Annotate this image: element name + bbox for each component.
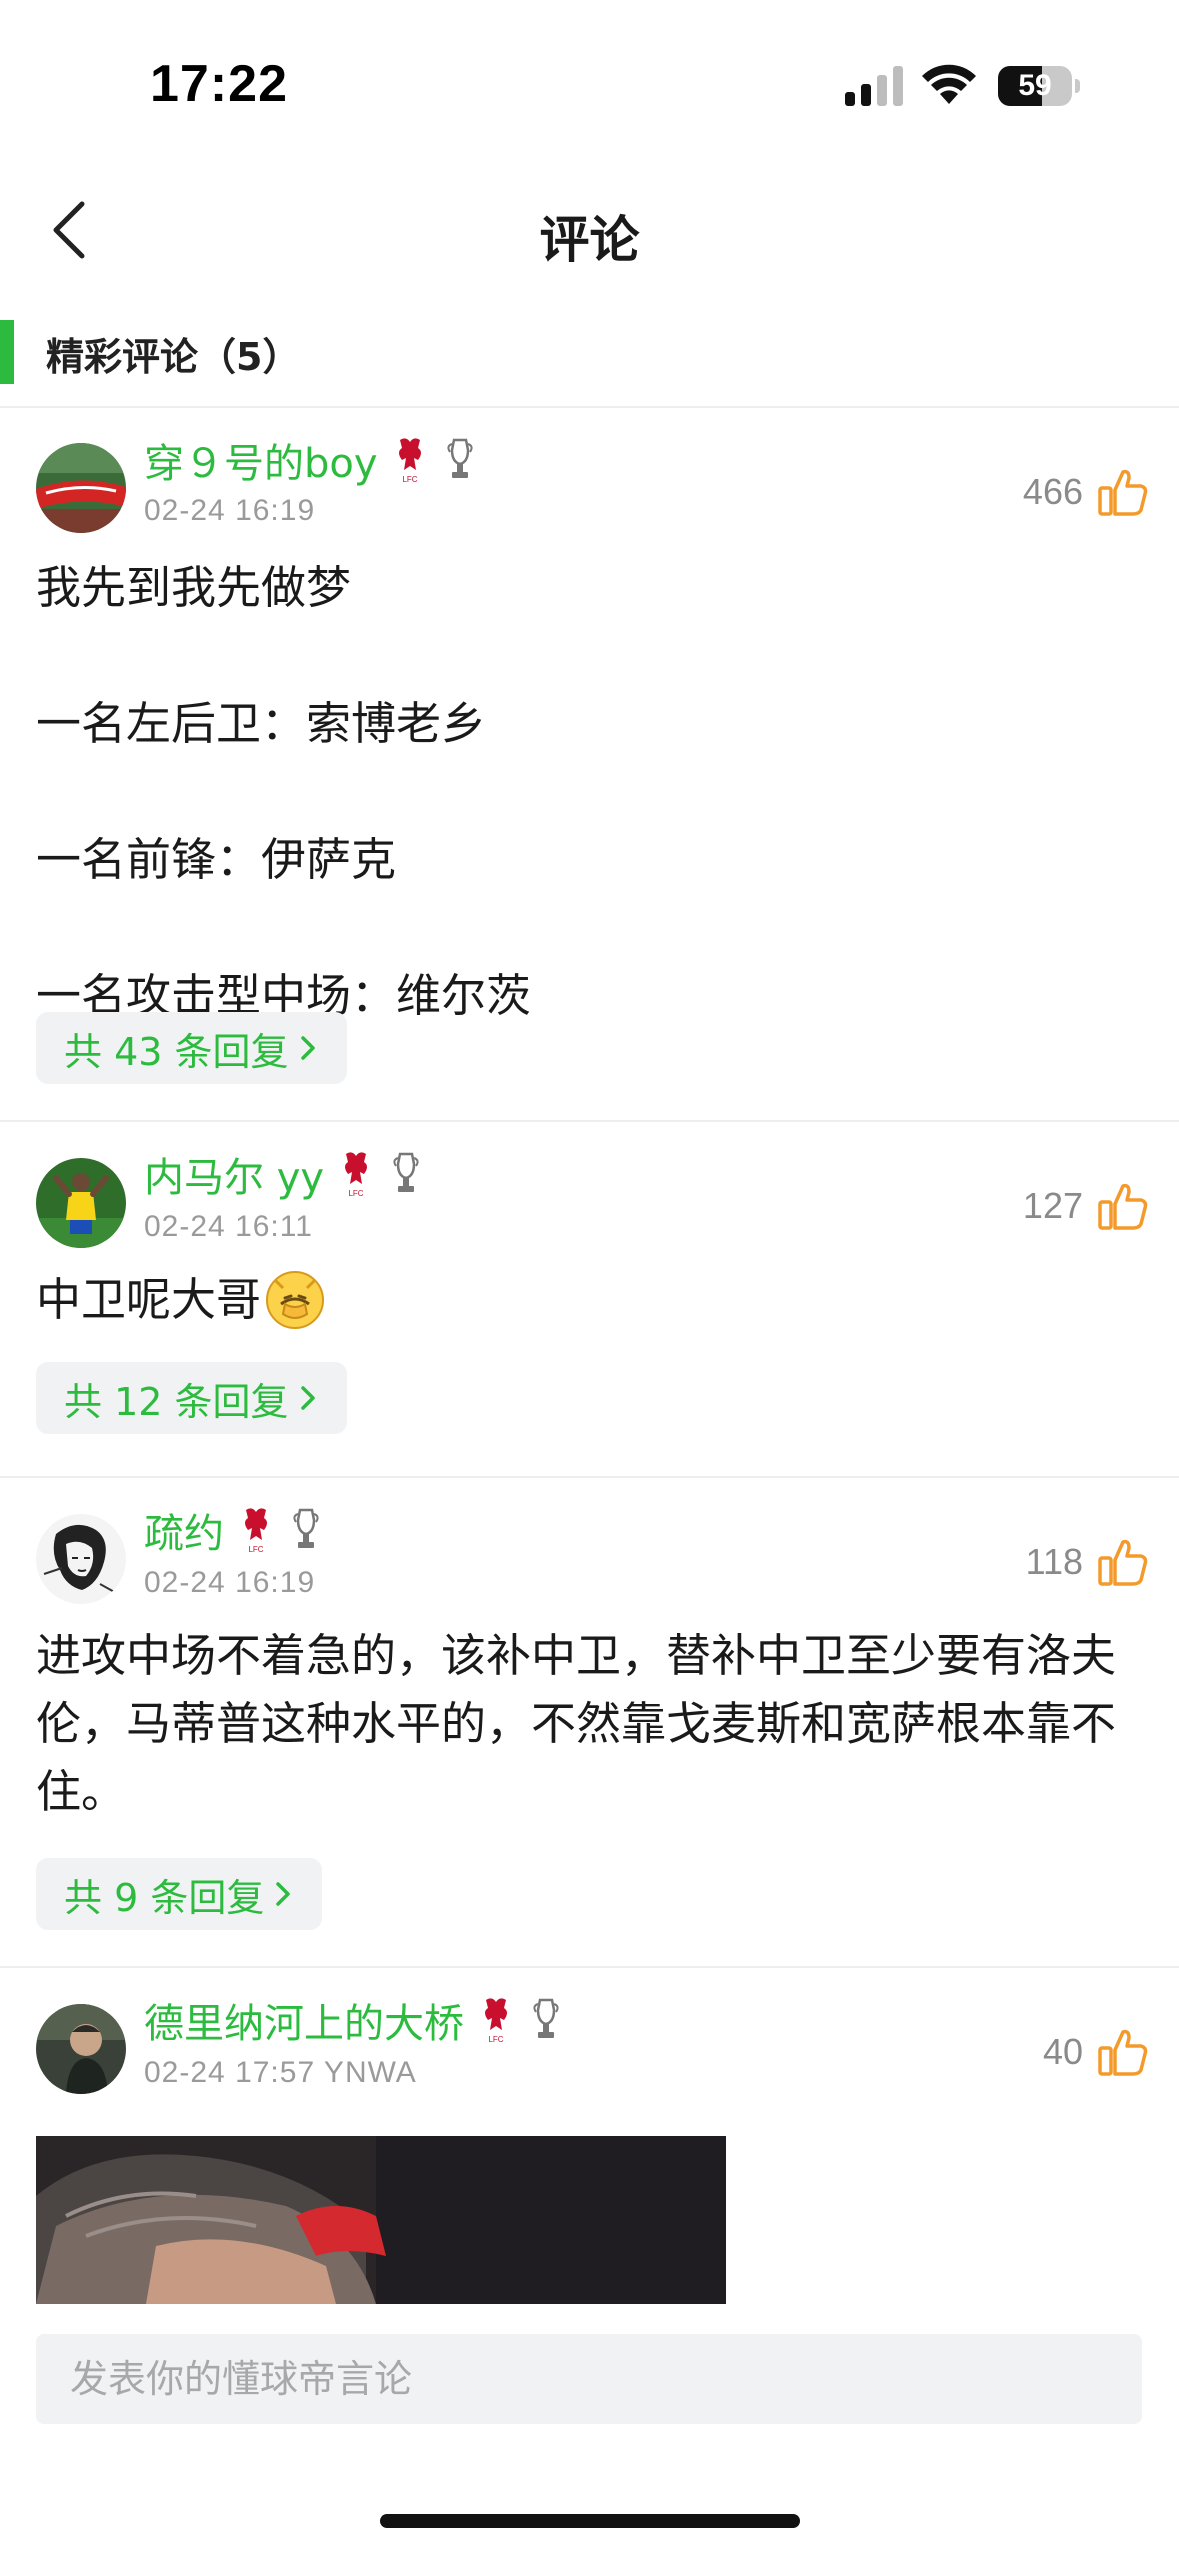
section-header: 精彩评论（5） — [0, 318, 1179, 406]
trophy-badge-icon — [293, 1508, 319, 1548]
username[interactable]: 内马尔 yy — [144, 1145, 324, 1203]
comment-photo[interactable] — [36, 2136, 726, 2304]
status-time: 17:22 — [150, 55, 288, 113]
liverpool-badge-icon: LFC — [485, 1998, 507, 2044]
chevron-right-icon — [276, 1882, 291, 1906]
comment-text: 我先到我先做梦 一名左后卫：索博老乡 一名前锋：伊萨克 一名攻击型中场：维尔茨 — [36, 561, 532, 1022]
comment-item: 疏约 LFC 02-24 16:19 118 进攻中场不着急的，该补中卫，替补中… — [0, 1478, 1179, 1966]
svg-text:LFC: LFC — [248, 1545, 263, 1554]
username-row: 穿９号的boy LFC — [144, 430, 478, 490]
thumbs-up-icon[interactable] — [1097, 2026, 1149, 2078]
comment-input[interactable] — [36, 2334, 1142, 2424]
like-count: 40 — [1042, 2031, 1083, 2072]
liverpool-badge-icon: LFC — [398, 438, 421, 484]
trophy-badge-icon — [393, 1152, 419, 1192]
username[interactable]: 疏约 — [144, 1501, 224, 1559]
reply-count-label: 共 9 条回复 — [64, 1875, 265, 1920]
like-button[interactable]: 118 — [1026, 1532, 1149, 1592]
liverpool-badge-icon: LFC — [245, 1508, 267, 1554]
svg-text:LFC: LFC — [349, 1189, 364, 1198]
trophy-badge-icon — [533, 1998, 559, 2038]
home-indicator — [380, 2514, 800, 2528]
like-count: 466 — [1022, 471, 1083, 512]
like-button[interactable]: 466 — [1023, 462, 1149, 522]
cellular-signal-icon — [845, 66, 903, 106]
view-replies-button[interactable]: 共 43 条回复 — [36, 1012, 347, 1084]
thumbs-up-icon[interactable] — [1097, 466, 1149, 518]
svg-text:LFC: LFC — [488, 2035, 503, 2044]
battery-level: 59 — [1018, 69, 1052, 102]
thumbs-up-icon[interactable] — [1097, 1536, 1149, 1588]
avatar[interactable] — [36, 2004, 126, 2094]
username-row: 疏约 LFC — [144, 1500, 324, 1560]
chevron-right-icon — [300, 1386, 315, 1410]
like-count: 127 — [1022, 1185, 1083, 1226]
comment-timestamp: 02-24 17:57 YNWA — [144, 2056, 417, 2089]
wifi-icon — [922, 64, 976, 104]
comment-item: 内马尔 yy LFC 02-24 16:11 127 中卫呢大哥 共 12 条回… — [0, 1122, 1179, 1476]
status-bar: 17:22 59 — [0, 0, 1179, 170]
view-replies-button[interactable]: 共 9 条回复 — [36, 1858, 323, 1930]
view-replies-button[interactable]: 共 12 条回复 — [36, 1362, 347, 1434]
reply-count-label: 共 43 条回复 — [64, 1029, 289, 1074]
comment-timestamp: 02-24 16:11 — [144, 1210, 313, 1243]
username-row: 内马尔 yy LFC — [144, 1144, 424, 1204]
trophy-badge-icon — [446, 438, 473, 478]
comment-timestamp: 02-24 16:19 — [144, 494, 316, 527]
comment-text-content: 中卫呢大哥 — [36, 1273, 262, 1326]
facepalm-emoji-icon — [266, 1271, 325, 1329]
username[interactable]: 德里纳河上的大桥 — [144, 1991, 464, 2049]
comment-item: 穿９号的boy LFC 02-24 16:19 466 我先到我先做梦 一名左后… — [0, 408, 1179, 1120]
avatar[interactable] — [36, 443, 126, 533]
thumbs-up-icon[interactable] — [1097, 1180, 1149, 1232]
username[interactable]: 穿９号的boy — [144, 431, 378, 489]
chevron-right-icon — [300, 1036, 315, 1060]
comment-text: 中卫呢大哥 — [36, 1266, 1146, 1334]
comment-timestamp: 02-24 16:19 — [144, 1566, 316, 1599]
avatar[interactable] — [36, 1158, 126, 1248]
section-title: 精彩评论（5） — [46, 335, 301, 379]
liverpool-badge-icon: LFC — [345, 1152, 368, 1198]
like-button[interactable]: 127 — [1023, 1176, 1149, 1236]
nav-bar: 评论 — [0, 170, 1179, 290]
like-button[interactable]: 40 — [1043, 2022, 1149, 2082]
reply-count-label: 共 12 条回复 — [64, 1379, 289, 1424]
avatar[interactable] — [36, 1514, 126, 1604]
username-row: 德里纳河上的大桥 LFC — [144, 1990, 564, 2050]
like-count: 118 — [1025, 1541, 1083, 1582]
page-title: 评论 — [539, 211, 640, 269]
battery-icon: 59 — [998, 66, 1080, 106]
comment-text: 进攻中场不着急的，该补中卫，替补中卫至少要有洛夫伦，马蒂普这种水平的，不然靠戈麦… — [36, 1629, 1117, 1818]
svg-text:LFC: LFC — [402, 475, 417, 484]
section-accent-bar — [0, 320, 14, 384]
